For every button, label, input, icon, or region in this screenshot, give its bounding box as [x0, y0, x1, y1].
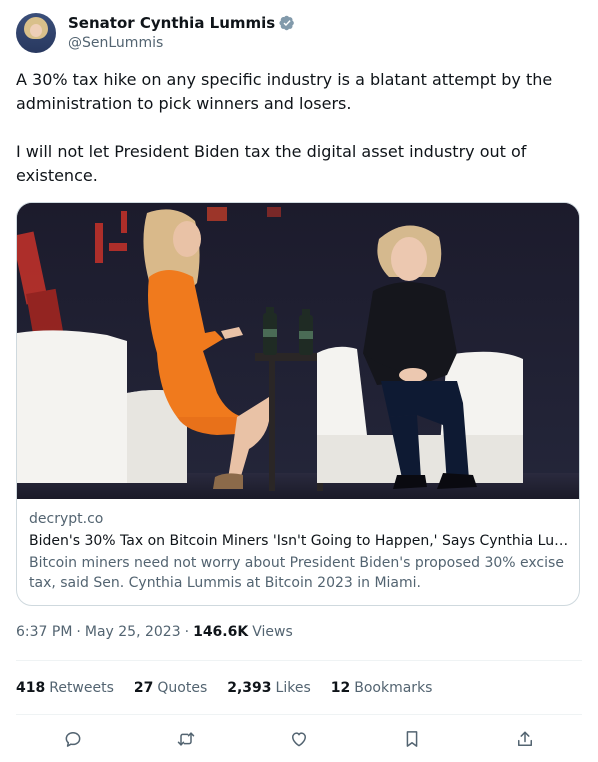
author-names: Senator Cynthia Lummis @SenLummis	[68, 13, 295, 53]
tweet-text: A 30% tax hike on any specific industry …	[16, 68, 576, 212]
card-meta: decrypt.co Biden's 30% Tax on Bitcoin Mi…	[29, 509, 569, 593]
card-image[interactable]	[17, 203, 579, 499]
card-domain: decrypt.co	[29, 511, 104, 527]
quotes-stat[interactable]: 27 Quotes	[134, 680, 207, 696]
tweet-time[interactable]: 6:37 PM	[16, 624, 72, 640]
retweets-label: Retweets	[49, 680, 114, 696]
card-photo	[17, 203, 579, 499]
divider	[16, 714, 582, 715]
card-title[interactable]: Biden's 30% Tax on Bitcoin Miners 'Isn't…	[29, 531, 569, 551]
bookmarks-stat[interactable]: 12 Bookmarks	[331, 680, 433, 696]
dot-separator: ·	[184, 624, 190, 640]
views-label: Views	[252, 624, 293, 640]
tweet-date[interactable]: May 25, 2023	[85, 624, 181, 640]
tweet-paragraph: I will not let President Biden tax the d…	[16, 142, 527, 185]
retweets-count: 418	[16, 680, 46, 696]
retweets-stat[interactable]: 418 Retweets	[16, 680, 114, 696]
link-card[interactable]: decrypt.co Biden's 30% Tax on Bitcoin Mi…	[16, 202, 580, 606]
tweet-paragraph: A 30% tax hike on any specific industry …	[16, 70, 553, 113]
stats-row: 418 Retweets 27 Quotes 2,393 Likes 12 Bo…	[16, 676, 432, 700]
dot-separator: ·	[76, 624, 81, 640]
verified-badge-icon	[279, 15, 295, 31]
card-description: Bitcoin miners need not worry about Pres…	[29, 555, 564, 591]
retweet-icon	[177, 732, 195, 746]
bookmark-button[interactable]	[395, 724, 429, 754]
reply-button[interactable]	[56, 724, 90, 754]
bookmarks-label: Bookmarks	[354, 680, 433, 696]
retweet-button[interactable]	[169, 724, 203, 754]
avatar[interactable]	[16, 13, 56, 53]
timestamp-row: 6:37 PM · May 25, 2023 · 146.6K Views	[16, 624, 293, 640]
bookmark-icon	[406, 731, 418, 747]
reply-icon	[65, 732, 81, 747]
views-count[interactable]: 146.6K	[193, 624, 248, 640]
likes-stat[interactable]: 2,393 Likes	[227, 680, 311, 696]
quotes-label: Quotes	[157, 680, 208, 696]
share-icon	[518, 731, 533, 746]
likes-count: 2,393	[227, 680, 272, 696]
display-name-row: Senator Cynthia Lummis	[68, 13, 295, 33]
divider	[16, 660, 582, 661]
display-name[interactable]: Senator Cynthia Lummis	[68, 13, 275, 33]
action-bar	[16, 724, 582, 754]
share-button[interactable]	[508, 724, 542, 754]
heart-icon	[291, 732, 306, 747]
tweet-header: Senator Cynthia Lummis @SenLummis	[16, 12, 295, 54]
likes-label: Likes	[275, 680, 311, 696]
like-button[interactable]	[282, 724, 316, 754]
quotes-count: 27	[133, 680, 154, 696]
handle[interactable]: @SenLummis	[68, 33, 295, 53]
bookmarks-count: 12	[330, 680, 351, 696]
